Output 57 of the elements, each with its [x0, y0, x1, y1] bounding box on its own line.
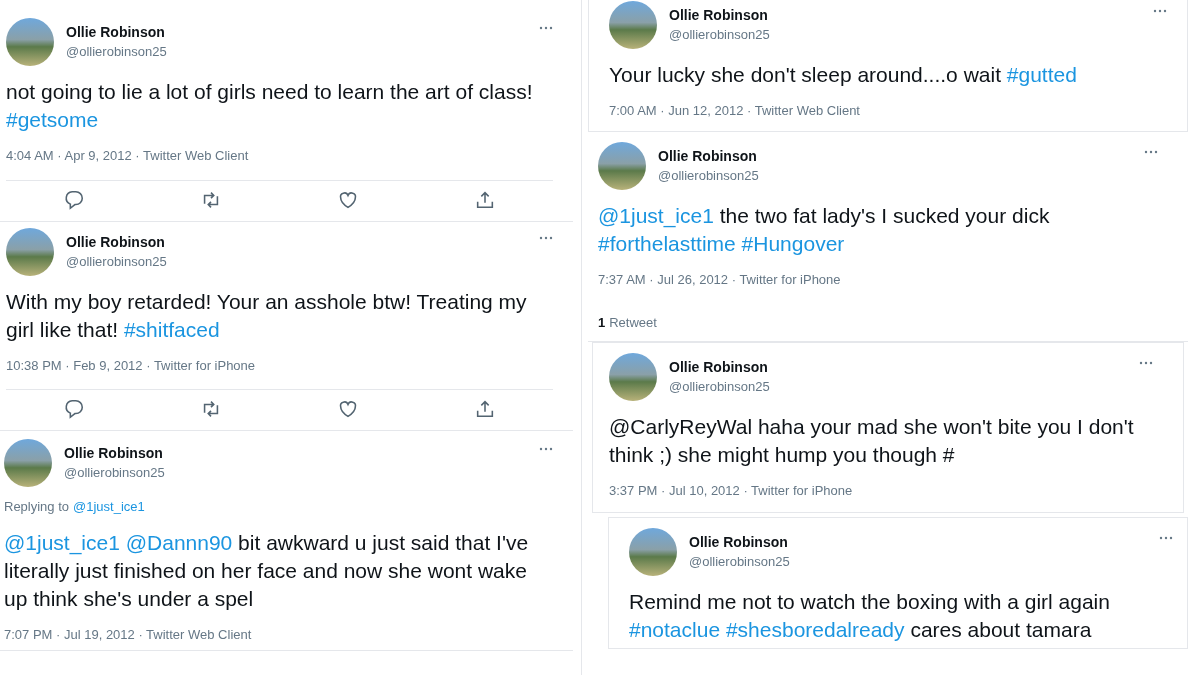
- user-handle: @ollierobinson25: [66, 43, 168, 61]
- user-handle: @ollierobinson25: [689, 553, 791, 571]
- more-icon[interactable]: [1144, 149, 1158, 154]
- tweet-timestamp: 3:37 PM · Jul 10, 2012 · Twitter for iPhone: [609, 481, 854, 500]
- hashtag-link[interactable]: #shitfaced: [123, 317, 220, 341]
- hashtag-link[interactable]: #shesboredalready: [725, 618, 905, 641]
- hashtag-link[interactable]: @Dannn90: [125, 530, 233, 554]
- avatar-photo: [4, 439, 52, 487]
- user-name: Ollie Robinson: [64, 444, 164, 463]
- user-handle: @ollierobinson25: [669, 26, 771, 44]
- tweet-timestamp: 7:07 PM · Jul 19, 2012 · Twitter Web Client: [4, 625, 253, 644]
- user-name: Ollie Robinson: [669, 6, 769, 25]
- tweet-text: not going to lie a lot of girls need to learn the art of class! #getsome: [6, 79, 534, 133]
- mention-link[interactable]: @1just_ice1: [73, 497, 145, 517]
- user-name: Ollie Robinson: [66, 232, 166, 252]
- more-icon[interactable]: [539, 26, 553, 30]
- tweet-text: @1just_ice1 @Dannn90 bit awkward u just said that I've literally just finished on her face and now she wont wake up think she's under a spel: [4, 529, 530, 612]
- user-handle: @ollierobinson25: [669, 377, 771, 396]
- avatar-photo: [609, 352, 657, 401]
- hashtag-link[interactable]: #gutted: [1006, 63, 1077, 86]
- tweet-text: @1just_ice1 the two fat lady's I sucked your dick #forthelasttime #Hungover: [598, 202, 1051, 257]
- user-name: Ollie Robinson: [689, 533, 789, 552]
- more-icon[interactable]: [539, 235, 553, 240]
- user-name: Ollie Robinson: [66, 23, 166, 42]
- avatar-photo: [598, 141, 646, 190]
- more-icon[interactable]: [539, 447, 553, 451]
- hashtag-link[interactable]: #getsome: [6, 108, 99, 131]
- reply-icon[interactable]: [63, 188, 86, 211]
- avatar-photo: [609, 1, 657, 49]
- tweet-text: Remind me not to watch the boxing with a girl again #notaclue #shesboredalready cares about tamara: [629, 589, 1111, 643]
- user-name: Ollie Robinson: [669, 357, 769, 377]
- more-icon[interactable]: [1153, 9, 1167, 13]
- more-icon[interactable]: [1159, 536, 1173, 540]
- user-handle: @ollierobinson25: [66, 252, 168, 271]
- avatar-photo: [6, 18, 54, 66]
- user-handle: @ollierobinson25: [64, 464, 166, 482]
- tweet-timestamp: 10:38 PM · Feb 9, 2012 · Twitter for iPhone: [6, 356, 257, 375]
- tweet-timestamp: 7:00 AM · Jun 12, 2012 · Twitter Web Client: [609, 102, 861, 120]
- reply-icon[interactable]: [63, 398, 86, 420]
- reply-label: Replying to: [4, 498, 70, 516]
- hashtag-link[interactable]: #forthelasttime: [598, 231, 742, 255]
- avatar-photo: [6, 227, 54, 276]
- hashtag-link[interactable]: #Hungover: [741, 231, 845, 255]
- avatar-photo: [629, 528, 677, 576]
- user-handle: @ollierobinson25: [658, 166, 760, 185]
- hashtag-link[interactable]: #notaclue: [629, 618, 726, 641]
- more-icon[interactable]: [1139, 360, 1153, 365]
- tweet-text: Your lucky she don't sleep around....o wait #gutted: [609, 62, 1078, 88]
- hashtag-link[interactable]: @1just_ice1: [4, 530, 126, 554]
- tweet-text: @CarlyReyWal haha your mad she won't bite you I don't think ;) she might hump you though #: [609, 413, 1135, 468]
- tweet-timestamp: 7:37 AM · Jul 26, 2012 · Twitter for iPhone: [598, 270, 842, 289]
- tweet-text: With my boy retarded! Your an asshole btw! Treating my girl like that! #shitfaced: [6, 288, 528, 343]
- hashtag-link[interactable]: @1just_ice1: [598, 203, 714, 227]
- user-name: Ollie Robinson: [658, 146, 758, 166]
- retweet-label: Retweet: [609, 314, 657, 332]
- tweet-timestamp: 4:04 AM · Apr 9, 2012 · Twitter Web Client: [6, 147, 250, 165]
- retweet-count: 1: [598, 314, 606, 332]
